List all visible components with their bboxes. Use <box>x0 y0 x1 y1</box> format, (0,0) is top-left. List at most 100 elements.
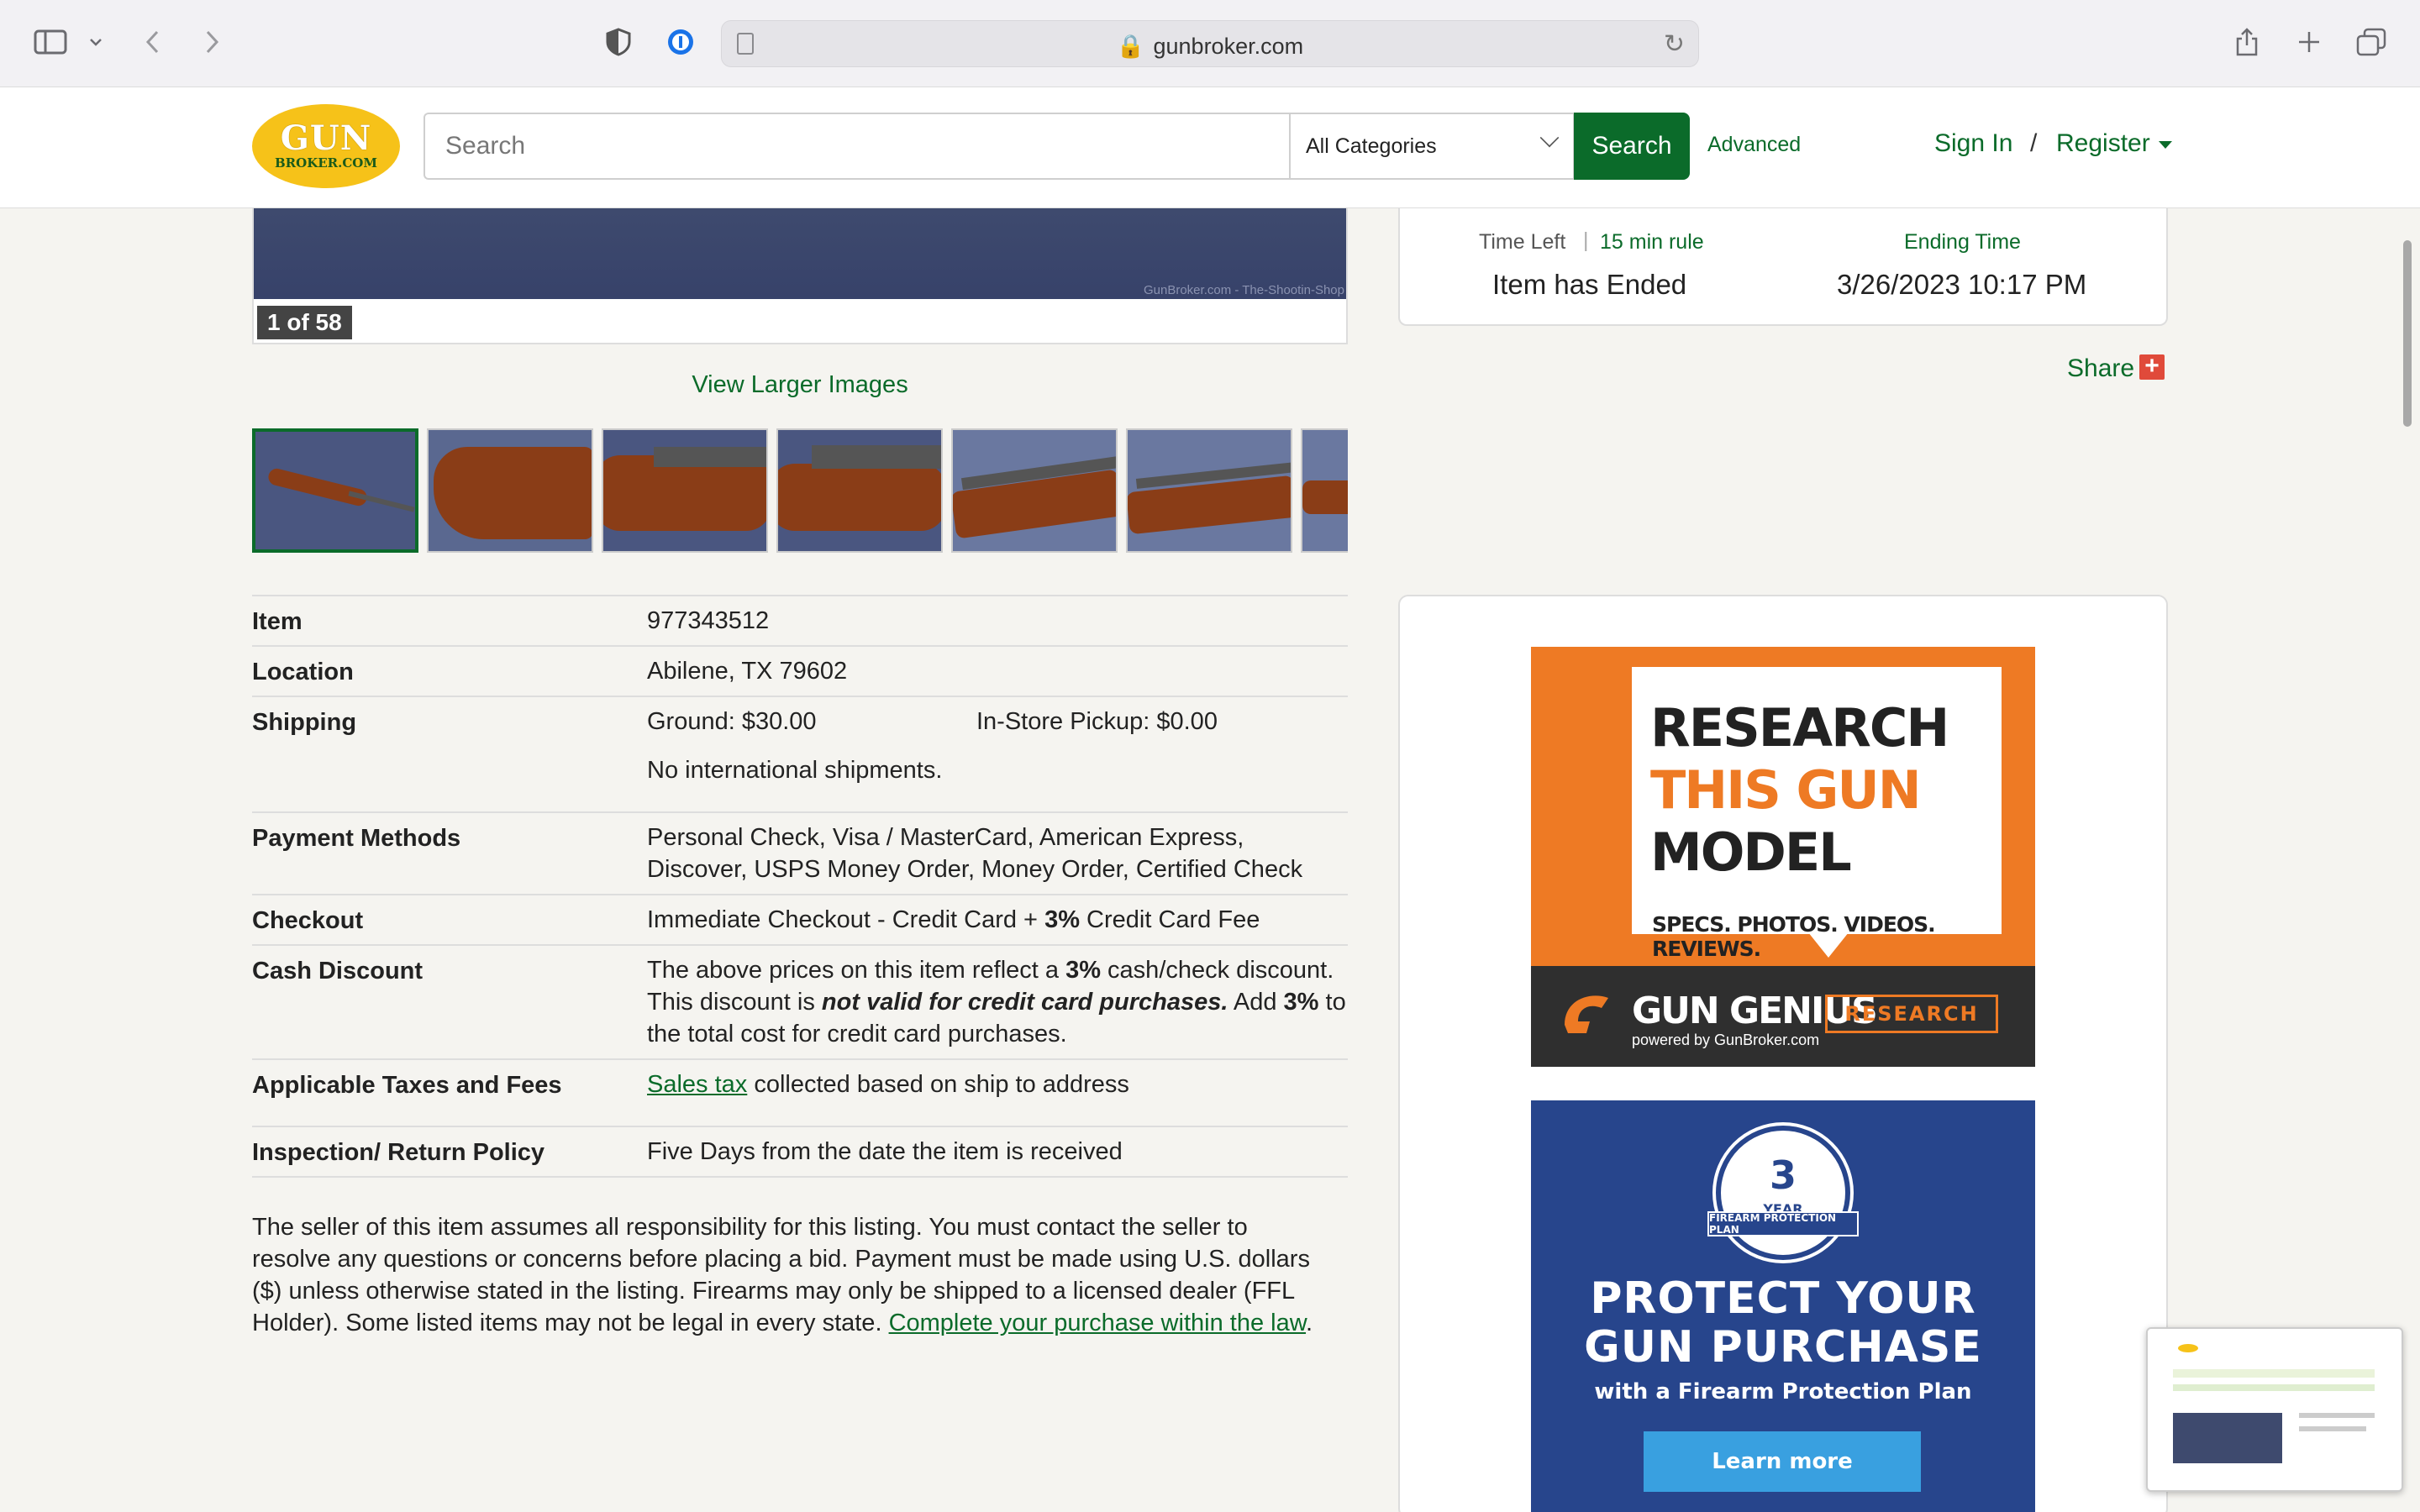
share-plus-icon[interactable]: + <box>2139 354 2165 380</box>
address-bar[interactable]: 🔒 gunbroker.com ↻ <box>721 20 1699 67</box>
share-link[interactable]: Share <box>2067 354 2134 383</box>
shipping-ground: Ground: $30.00 <box>647 708 817 735</box>
payment-methods-line2: Discover, USPS Money Order, Money Order,… <box>647 856 1303 883</box>
return-policy-label: Inspection/ Return Policy <box>252 1139 545 1166</box>
seller-disclaimer: The seller of this item assumes all resp… <box>252 1214 1313 1336</box>
ending-time-value: 3/26/2023 10:17 PM <box>1837 269 2087 300</box>
cash-discount-line1: The above prices on this item reflect a … <box>647 957 1334 984</box>
search-input[interactable] <box>424 113 1291 180</box>
cash-discount-line3: the total cost for credit card purchases… <box>647 1021 1067 1047</box>
thumbnail[interactable] <box>776 428 943 553</box>
photo-watermark: GunBroker.com - The-Shootin-Shop <box>1143 283 1344 297</box>
taxes-label: Applicable Taxes and Fees <box>252 1072 562 1099</box>
ad2-headline-line2: GUN PURCHASE <box>1584 1322 1982 1373</box>
badge-number: 3 <box>1769 1152 1797 1198</box>
location-value: Abilene, TX 79602 <box>647 658 848 685</box>
speech-tail <box>1808 932 1849 958</box>
register-link[interactable]: Register <box>2056 129 2172 158</box>
item-label: Item <box>252 608 302 635</box>
detail-row-return-policy: Inspection/ Return Policy Five Days from… <box>252 1126 1348 1178</box>
main-photo[interactable]: GunBroker.com - The-Shootin-Shop <box>254 208 1346 299</box>
gunbroker-logo[interactable]: GUN BROKER.COM <box>252 104 400 188</box>
browser-toolbar: 🔒 gunbroker.com ↻ <box>0 0 2420 87</box>
gun-genius-logo-icon <box>1565 995 1608 1033</box>
location-label: Location <box>252 659 354 685</box>
site-header: GUN BROKER.COM All Categories Search Adv… <box>0 87 2420 208</box>
thumbnail[interactable] <box>252 428 418 553</box>
cash-discount-label: Cash Discount <box>252 958 424 984</box>
research-button[interactable]: RESEARCH <box>1825 995 1998 1033</box>
url-text: gunbroker.com <box>1153 34 1304 59</box>
detail-row-item: Item 977343512 <box>252 595 1348 645</box>
ad2-headline-line1: PROTECT YOUR <box>1590 1273 1976 1324</box>
ad1-line1: RESEARCH <box>1650 697 1949 759</box>
new-tab-icon[interactable] <box>2292 24 2326 60</box>
logo-line2: BROKER.COM <box>275 155 377 171</box>
screenshot-thumbnail-preview[interactable] <box>2146 1327 2403 1492</box>
gun-genius-powered-by: powered by GunBroker.com <box>1632 1032 1820 1048</box>
payment-methods-label: Payment Methods <box>252 825 461 852</box>
reload-icon[interactable]: ↻ <box>1664 29 1685 59</box>
ad1-line3: MODEL <box>1650 822 1852 883</box>
search-button[interactable]: Search <box>1574 113 1690 180</box>
forward-icon[interactable] <box>195 24 229 60</box>
page-scrollbar[interactable] <box>2403 240 2412 427</box>
ad2-subtitle: with a Firearm Protection Plan <box>1594 1379 1972 1404</box>
tab-overview-icon[interactable] <box>2354 24 2388 60</box>
gun-genius-ad[interactable]: RESEARCH THIS GUN MODEL SPECS. PHOTOS. V… <box>1531 647 2035 1067</box>
category-value: All Categories <box>1306 134 1437 158</box>
time-left-label: Time Left <box>1479 230 1566 254</box>
thumbnail[interactable] <box>427 428 593 553</box>
lock-icon: 🔒 <box>1116 34 1145 59</box>
thumbnail[interactable] <box>1126 428 1292 553</box>
detail-row-shipping: Shipping Ground: $30.00 In-Store Pickup:… <box>252 696 1348 811</box>
share-icon[interactable] <box>2230 24 2264 60</box>
auction-status: Item has Ended <box>1492 269 1687 300</box>
view-larger-images-link[interactable]: View Larger Images <box>252 371 1348 399</box>
privacy-shield-icon[interactable] <box>602 24 635 60</box>
ad-card: RESEARCH THIS GUN MODEL SPECS. PHOTOS. V… <box>1632 667 2002 961</box>
three-year-badge: 3 YEAR <box>1716 1126 1850 1260</box>
payment-methods-line1: Personal Check, Visa / MasterCard, Ameri… <box>647 824 1244 851</box>
back-icon[interactable] <box>136 24 170 60</box>
auction-status-box: Time Left | 15 min rule Item has Ended E… <box>1398 208 2168 326</box>
badge-ribbon: FIREARM PROTECTION PLAN <box>1707 1211 1859 1236</box>
item-details-table: Item 977343512 Location Abilene, TX 7960… <box>252 595 1348 1178</box>
time-left-separator: | <box>1583 228 1589 252</box>
cash-discount-line2: This discount is not valid for credit ca… <box>647 989 1346 1016</box>
protection-plan-ad[interactable]: 3 YEAR FIREARM PROTECTION PLAN PROTECT Y… <box>1531 1100 2035 1512</box>
detail-row-cash-discount: Cash Discount The above prices on this i… <box>252 944 1348 1058</box>
sidebar-toggle-icon[interactable] <box>32 24 69 60</box>
shipping-international: No international shipments. <box>647 757 943 784</box>
caret-down-icon <box>2158 140 2172 149</box>
return-policy-value: Five Days from the date the item is rece… <box>647 1138 1123 1165</box>
checkout-label: Checkout <box>252 907 364 934</box>
item-number: 977343512 <box>647 607 770 634</box>
checkout-value: Immediate Checkout - Credit Card + 3% Cr… <box>647 906 1260 933</box>
ending-time-label: Ending Time <box>1904 230 2021 254</box>
detail-row-location: Location Abilene, TX 79602 <box>252 645 1348 696</box>
purchase-within-law-link[interactable]: Complete your purchase within the law <box>889 1310 1306 1336</box>
thumbnail[interactable] <box>1301 428 1348 553</box>
ad1-line2: THIS GUN <box>1650 759 1922 821</box>
shipping-label: Shipping <box>252 709 357 736</box>
category-select[interactable]: All Categories <box>1289 113 1575 180</box>
chevron-down-icon[interactable] <box>84 24 108 60</box>
detail-row-checkout: Checkout Immediate Checkout - Credit Car… <box>252 894 1348 944</box>
thumbnail-strip <box>252 428 1348 553</box>
thumbnail[interactable] <box>602 428 768 553</box>
detail-row-taxes: Applicable Taxes and Fees Sales tax coll… <box>252 1058 1348 1126</box>
fifteen-min-rule-link[interactable]: 15 min rule <box>1600 230 1704 255</box>
shipping-pickup: In-Store Pickup: $0.00 <box>976 708 1218 735</box>
sales-tax-link[interactable]: Sales tax <box>647 1071 747 1098</box>
taxes-value: Sales tax collected based on ship to add… <box>647 1071 1129 1098</box>
thumbnail[interactable] <box>951 428 1118 553</box>
advanced-search-link[interactable]: Advanced <box>1707 133 1801 157</box>
learn-more-button[interactable]: Learn more <box>1644 1431 1921 1492</box>
detail-row-payment: Payment Methods Personal Check, Visa / M… <box>252 811 1348 894</box>
logo-line1: GUN <box>280 118 372 158</box>
header-separator: / <box>2030 129 2038 157</box>
chevron-down-icon <box>1539 128 1560 148</box>
sign-in-link[interactable]: Sign In <box>1934 129 2012 158</box>
password-manager-icon[interactable] <box>664 24 697 60</box>
